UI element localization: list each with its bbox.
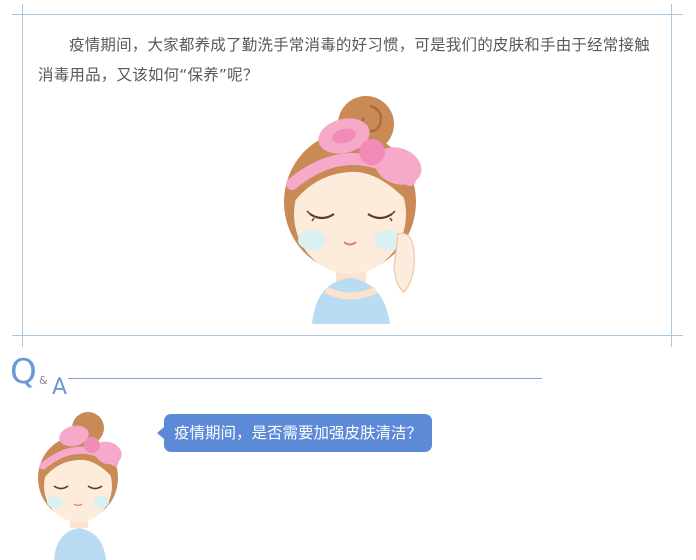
question-text: 疫情期间，是否需要加强皮肤清洁？ (174, 424, 423, 442)
frame-right-border (671, 14, 672, 336)
girl-washing-face-illustration (284, 96, 422, 324)
qa-divider-line (68, 378, 542, 379)
intro-paragraph: 疫情期间，大家都养成了勤洗手常消毒的好习惯，可是我们的皮肤和手由于经常接触消毒用… (38, 36, 650, 84)
frame-corner-cross-bottom-right (661, 325, 683, 347)
frame-left-border (22, 14, 23, 336)
qa-heading-a: A (52, 375, 68, 400)
qa-heading-ampersand: & (39, 374, 48, 387)
girl-avatar-illustration (38, 412, 122, 560)
frame-corner-cross-top-right (661, 4, 683, 26)
question-speech-bubble: 疫情期间，是否需要加强皮肤清洁？ (156, 414, 433, 452)
frame-corner-cross-bottom-left (12, 325, 34, 347)
qa-heading-q: Q (10, 352, 37, 392)
frame-top-border (22, 14, 672, 15)
frame-corner-cross-top-left (12, 4, 34, 26)
frame-bottom-border (22, 335, 672, 336)
